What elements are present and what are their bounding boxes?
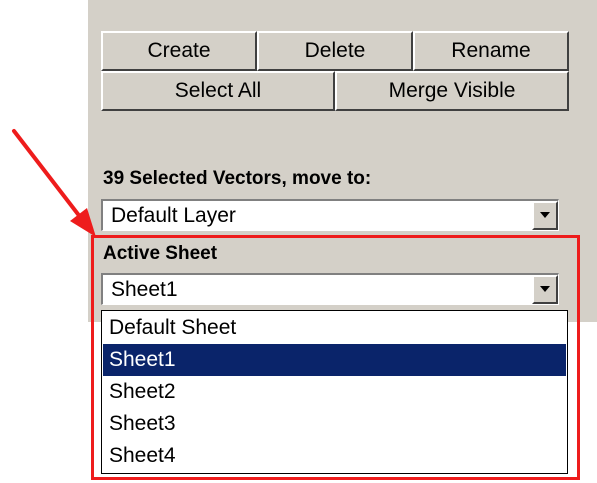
annotation-arrow-icon: [12, 129, 96, 237]
